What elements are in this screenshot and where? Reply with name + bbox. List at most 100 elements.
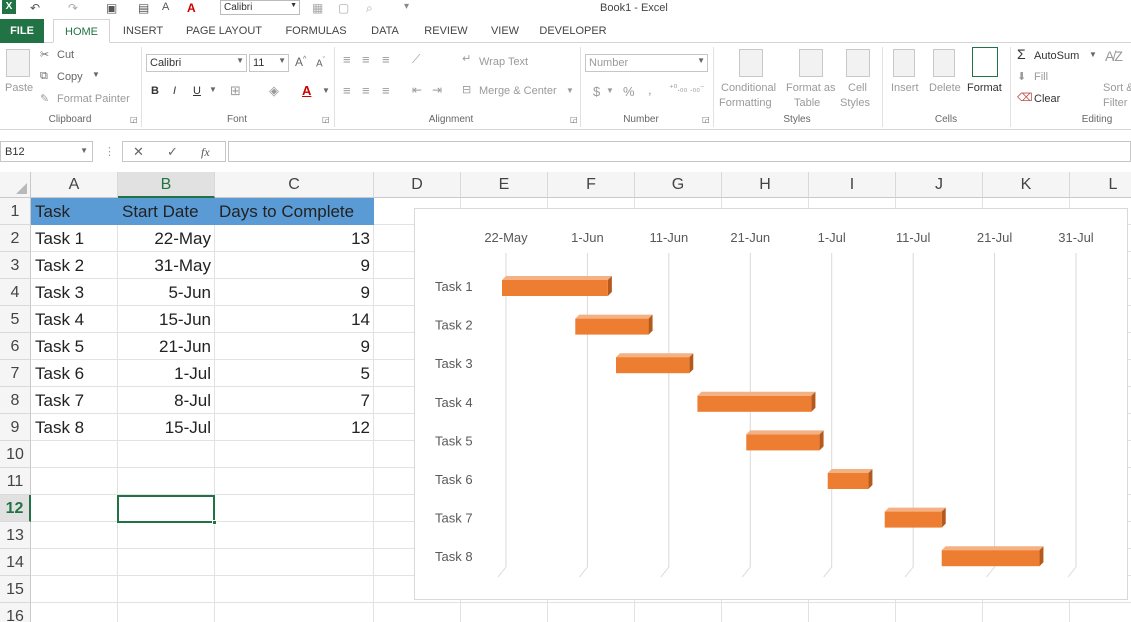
copy-button[interactable]: Copy bbox=[57, 71, 83, 83]
font-color-icon[interactable]: A bbox=[187, 1, 196, 15]
preview-icon[interactable]: ⌕ bbox=[366, 1, 373, 16]
cell-b9[interactable]: 15-Jul bbox=[118, 414, 215, 441]
cell-a6[interactable]: Task 5 bbox=[31, 333, 118, 360]
fill-icon[interactable]: ⬇ bbox=[1017, 70, 1026, 83]
row-header-13[interactable]: 13 bbox=[0, 522, 31, 549]
cell-c3[interactable]: 9 bbox=[215, 252, 374, 279]
number-format-combo[interactable]: Number ▼ bbox=[585, 54, 708, 72]
undo-icon[interactable]: ↶ bbox=[30, 1, 40, 15]
cell-a7[interactable]: Task 6 bbox=[31, 360, 118, 387]
copy-dropdown-icon[interactable]: ▼ bbox=[92, 70, 100, 79]
insert-cells-button[interactable]: Insert bbox=[891, 82, 919, 94]
name-box[interactable]: B12 ▼ bbox=[0, 141, 93, 162]
tab-insert[interactable]: INSERT bbox=[116, 19, 170, 43]
save-icon[interactable]: ▣ bbox=[106, 1, 117, 15]
sort-filter-button[interactable]: Sort & bbox=[1103, 82, 1131, 94]
font-launcher-icon[interactable]: ◲ bbox=[322, 115, 330, 124]
quick-font-combo[interactable]: Calibri ▼ bbox=[220, 0, 300, 15]
cell-c7[interactable]: 5 bbox=[215, 360, 374, 387]
merge-center-button[interactable]: Merge & Center bbox=[479, 85, 557, 97]
cell-b6[interactable]: 21-Jun bbox=[118, 333, 215, 360]
column-header-c[interactable]: C bbox=[215, 172, 374, 198]
cell-c1[interactable]: Days to Complete bbox=[215, 198, 374, 225]
conditional-formatting-button-2[interactable]: Formatting bbox=[719, 97, 772, 109]
insert-cells-icon[interactable] bbox=[893, 49, 915, 77]
tab-data[interactable]: DATA bbox=[362, 19, 408, 43]
percent-button[interactable]: % bbox=[623, 84, 635, 99]
underline-dropdown-icon[interactable]: ▼ bbox=[209, 85, 217, 94]
alignment-launcher-icon[interactable]: ◲ bbox=[570, 115, 578, 124]
cell-c5[interactable]: 14 bbox=[215, 306, 374, 333]
cell-c2[interactable]: 13 bbox=[215, 225, 374, 252]
fill-color-icon[interactable]: ◈ bbox=[269, 83, 279, 99]
customize-toolbar-icon[interactable]: ▾ bbox=[404, 1, 409, 12]
row-header-11[interactable]: 11 bbox=[0, 468, 31, 495]
paste-icon[interactable] bbox=[6, 49, 30, 77]
column-header-b[interactable]: B bbox=[118, 172, 215, 198]
insert-function-icon[interactable]: fx bbox=[201, 145, 210, 160]
autosum-dropdown-icon[interactable]: ▼ bbox=[1089, 50, 1097, 59]
tab-review[interactable]: REVIEW bbox=[417, 19, 475, 43]
row-header-9[interactable]: 9 bbox=[0, 414, 31, 441]
conditional-formatting-button[interactable]: Conditional bbox=[721, 82, 776, 94]
font-size-combo[interactable]: 11 ▼ bbox=[249, 54, 289, 72]
row-header-4[interactable]: 4 bbox=[0, 279, 31, 306]
name-box-dropdown-icon[interactable]: ▼ bbox=[80, 146, 88, 155]
tab-home[interactable]: HOME bbox=[53, 19, 110, 43]
orientation-icon[interactable]: ⟋ bbox=[412, 52, 420, 67]
underline-button[interactable]: U bbox=[193, 85, 201, 97]
cell-b3[interactable]: 31-May bbox=[118, 252, 215, 279]
border-icon[interactable]: ▢ bbox=[338, 1, 349, 15]
column-header-k[interactable]: K bbox=[983, 172, 1070, 198]
comma-button[interactable]: , bbox=[648, 82, 652, 97]
autosum-button[interactable]: AutoSum bbox=[1034, 50, 1079, 62]
tab-page-layout[interactable]: PAGE LAYOUT bbox=[178, 19, 270, 43]
format-as-table-button-2[interactable]: Table bbox=[794, 97, 820, 109]
font-color-button-icon[interactable]: A bbox=[302, 83, 311, 98]
cell-c4[interactable]: 9 bbox=[215, 279, 374, 306]
font-color-dropdown-icon[interactable]: ▼ bbox=[322, 86, 330, 95]
format-cells-icon[interactable] bbox=[972, 47, 998, 77]
cell-a2[interactable]: Task 1 bbox=[31, 225, 118, 252]
currency-button[interactable]: $ bbox=[593, 84, 600, 99]
italic-button[interactable]: I bbox=[173, 85, 176, 97]
align-right-icon[interactable]: ≡ bbox=[382, 83, 390, 98]
row-header-6[interactable]: 6 bbox=[0, 333, 31, 360]
autosum-icon[interactable]: Σ bbox=[1017, 46, 1026, 62]
cell-styles-button[interactable]: Cell bbox=[848, 82, 867, 94]
gantt-chart[interactable]: 22-May 1-Jun 11-Jun 21-Jun 1-Jul 11-Jul 21-Jul… bbox=[414, 208, 1128, 600]
row-header-8[interactable]: 8 bbox=[0, 387, 31, 414]
tab-file[interactable]: FILE bbox=[0, 19, 44, 43]
column-header-d[interactable]: D bbox=[374, 172, 461, 198]
cut-button[interactable]: Cut bbox=[57, 49, 74, 61]
column-header-l[interactable]: L bbox=[1070, 172, 1131, 198]
formula-input[interactable] bbox=[228, 141, 1131, 162]
selected-cell-b12[interactable] bbox=[117, 495, 217, 525]
conditional-formatting-icon[interactable] bbox=[739, 49, 763, 77]
cell-b4[interactable]: 5-Jun bbox=[118, 279, 215, 306]
decrease-indent-icon[interactable]: ⇤ bbox=[412, 83, 422, 97]
increase-decimal-icon[interactable]: ⁺⁰.₀₀ bbox=[669, 83, 687, 94]
cell-b7[interactable]: 1-Jul bbox=[118, 360, 215, 387]
cell-b2[interactable]: 22-May bbox=[118, 225, 215, 252]
delete-cells-icon[interactable] bbox=[933, 49, 955, 77]
cell-a5[interactable]: Task 4 bbox=[31, 306, 118, 333]
cell-c9[interactable]: 12 bbox=[215, 414, 374, 441]
format-painter-button[interactable]: Format Painter bbox=[57, 93, 130, 105]
merge-dropdown-icon[interactable]: ▼ bbox=[566, 86, 574, 95]
tab-formulas[interactable]: FORMULAS bbox=[278, 19, 354, 43]
align-left-icon[interactable]: ≡ bbox=[343, 83, 351, 98]
row-header-14[interactable]: 14 bbox=[0, 549, 31, 576]
merge-center-icon[interactable]: ⊟ bbox=[462, 83, 471, 96]
align-middle-icon[interactable]: ≡ bbox=[362, 52, 370, 67]
cell-a3[interactable]: Task 2 bbox=[31, 252, 118, 279]
cell-b1[interactable]: Start Date bbox=[118, 198, 215, 225]
column-header-j[interactable]: J bbox=[896, 172, 983, 198]
row-header-15[interactable]: 15 bbox=[0, 576, 31, 603]
print-icon[interactable]: ▤ bbox=[138, 1, 149, 15]
row-header-3[interactable]: 3 bbox=[0, 252, 31, 279]
column-header-g[interactable]: G bbox=[635, 172, 722, 198]
bold-button[interactable]: B bbox=[151, 85, 159, 97]
column-header-e[interactable]: E bbox=[461, 172, 548, 198]
grow-font-icon[interactable]: A^ bbox=[295, 55, 306, 69]
